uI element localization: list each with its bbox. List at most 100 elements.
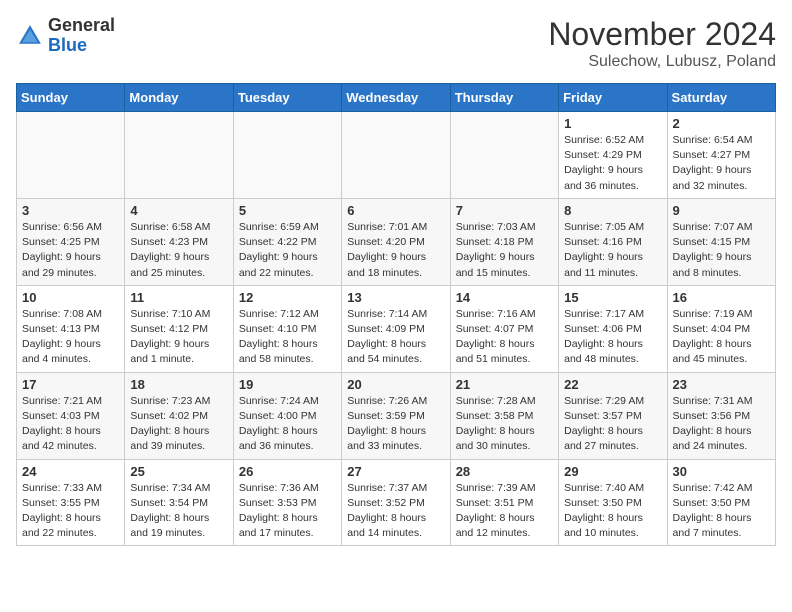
day-info: Sunrise: 7:40 AM Sunset: 3:50 PM Dayligh…: [564, 481, 661, 542]
day-info: Sunrise: 7:39 AM Sunset: 3:51 PM Dayligh…: [456, 481, 553, 542]
page-header: General Blue November 2024 Sulechow, Lub…: [16, 16, 776, 71]
calendar-header-row: SundayMondayTuesdayWednesdayThursdayFrid…: [17, 84, 776, 112]
day-number: 13: [347, 290, 444, 305]
day-info: Sunrise: 7:42 AM Sunset: 3:50 PM Dayligh…: [673, 481, 770, 542]
day-info: Sunrise: 7:05 AM Sunset: 4:16 PM Dayligh…: [564, 220, 661, 281]
day-info: Sunrise: 7:36 AM Sunset: 3:53 PM Dayligh…: [239, 481, 336, 542]
calendar-week-2: 3 Sunrise: 6:56 AM Sunset: 4:25 PM Daylig…: [17, 198, 776, 285]
day-info: Sunrise: 6:52 AM Sunset: 4:29 PM Dayligh…: [564, 133, 661, 194]
day-number: 3: [22, 203, 119, 218]
calendar-cell: 10 Sunrise: 7:08 AM Sunset: 4:13 PM Dayli…: [17, 285, 125, 372]
day-info: Sunrise: 7:21 AM Sunset: 4:03 PM Dayligh…: [22, 394, 119, 455]
logo: General Blue: [16, 16, 115, 56]
day-number: 12: [239, 290, 336, 305]
day-number: 16: [673, 290, 770, 305]
location-subtitle: Sulechow, Lubusz, Poland: [548, 53, 776, 71]
calendar-cell: 28 Sunrise: 7:39 AM Sunset: 3:51 PM Dayli…: [450, 459, 558, 546]
day-number: 6: [347, 203, 444, 218]
day-info: Sunrise: 7:24 AM Sunset: 4:00 PM Dayligh…: [239, 394, 336, 455]
day-number: 27: [347, 464, 444, 479]
day-number: 21: [456, 377, 553, 392]
calendar-cell: 2 Sunrise: 6:54 AM Sunset: 4:27 PM Daylig…: [667, 112, 775, 199]
day-info: Sunrise: 7:17 AM Sunset: 4:06 PM Dayligh…: [564, 307, 661, 368]
calendar-cell: 21Sunrise: 7:28 AM Sunset: 3:58 PM Dayli…: [450, 372, 558, 459]
calendar-cell: 9 Sunrise: 7:07 AM Sunset: 4:15 PM Daylig…: [667, 198, 775, 285]
day-number: 28: [456, 464, 553, 479]
calendar-week-3: 10 Sunrise: 7:08 AM Sunset: 4:13 PM Dayli…: [17, 285, 776, 372]
day-info: Sunrise: 7:08 AM Sunset: 4:13 PM Dayligh…: [22, 307, 119, 368]
day-info: Sunrise: 6:54 AM Sunset: 4:27 PM Dayligh…: [673, 133, 770, 194]
day-number: 11: [130, 290, 227, 305]
calendar-cell: 29Sunrise: 7:40 AM Sunset: 3:50 PM Dayli…: [559, 459, 667, 546]
calendar-cell: 19 Sunrise: 7:24 AM Sunset: 4:00 PM Dayli…: [233, 372, 341, 459]
day-info: Sunrise: 7:29 AM Sunset: 3:57 PM Dayligh…: [564, 394, 661, 455]
calendar-cell: 5 Sunrise: 6:59 AM Sunset: 4:22 PM Daylig…: [233, 198, 341, 285]
logo-text: General Blue: [48, 16, 115, 56]
day-info: Sunrise: 6:58 AM Sunset: 4:23 PM Dayligh…: [130, 220, 227, 281]
day-number: 24: [22, 464, 119, 479]
day-header-monday: Monday: [125, 84, 233, 112]
day-info: Sunrise: 7:12 AM Sunset: 4:10 PM Dayligh…: [239, 307, 336, 368]
day-info: Sunrise: 7:26 AM Sunset: 3:59 PM Dayligh…: [347, 394, 444, 455]
calendar-cell: 26 Sunrise: 7:36 AM Sunset: 3:53 PM Dayli…: [233, 459, 341, 546]
calendar-cell: 30 Sunrise: 7:42 AM Sunset: 3:50 PM Dayli…: [667, 459, 775, 546]
day-header-thursday: Thursday: [450, 84, 558, 112]
calendar-cell: 20Sunrise: 7:26 AM Sunset: 3:59 PM Dayli…: [342, 372, 450, 459]
calendar-cell: 13 Sunrise: 7:14 AM Sunset: 4:09 PM Dayli…: [342, 285, 450, 372]
day-info: Sunrise: 7:07 AM Sunset: 4:15 PM Dayligh…: [673, 220, 770, 281]
day-number: 7: [456, 203, 553, 218]
calendar-cell: 8 Sunrise: 7:05 AM Sunset: 4:16 PM Daylig…: [559, 198, 667, 285]
day-number: 26: [239, 464, 336, 479]
day-number: 5: [239, 203, 336, 218]
calendar-week-5: 24 Sunrise: 7:33 AM Sunset: 3:55 PM Dayli…: [17, 459, 776, 546]
calendar-week-4: 17 Sunrise: 7:21 AM Sunset: 4:03 PM Dayli…: [17, 372, 776, 459]
calendar-cell: 24 Sunrise: 7:33 AM Sunset: 3:55 PM Dayli…: [17, 459, 125, 546]
day-info: Sunrise: 6:59 AM Sunset: 4:22 PM Dayligh…: [239, 220, 336, 281]
title-block: November 2024 Sulechow, Lubusz, Poland: [548, 16, 776, 71]
calendar-cell: 14Sunrise: 7:16 AM Sunset: 4:07 PM Dayli…: [450, 285, 558, 372]
day-number: 2: [673, 116, 770, 131]
day-number: 8: [564, 203, 661, 218]
day-number: 10: [22, 290, 119, 305]
month-title: November 2024: [548, 16, 776, 53]
day-info: Sunrise: 7:10 AM Sunset: 4:12 PM Dayligh…: [130, 307, 227, 368]
calendar-cell: [125, 112, 233, 199]
day-header-friday: Friday: [559, 84, 667, 112]
calendar-cell: 25Sunrise: 7:34 AM Sunset: 3:54 PM Dayli…: [125, 459, 233, 546]
calendar-cell: 4 Sunrise: 6:58 AM Sunset: 4:23 PM Daylig…: [125, 198, 233, 285]
day-info: Sunrise: 7:37 AM Sunset: 3:52 PM Dayligh…: [347, 481, 444, 542]
logo-general: General: [48, 15, 115, 35]
day-number: 1: [564, 116, 661, 131]
calendar-cell: 27 Sunrise: 7:37 AM Sunset: 3:52 PM Dayli…: [342, 459, 450, 546]
calendar-cell: 1 Sunrise: 6:52 AM Sunset: 4:29 PM Daylig…: [559, 112, 667, 199]
calendar-cell: 23Sunrise: 7:31 AM Sunset: 3:56 PM Dayli…: [667, 372, 775, 459]
day-header-sunday: Sunday: [17, 84, 125, 112]
day-info: Sunrise: 7:31 AM Sunset: 3:56 PM Dayligh…: [673, 394, 770, 455]
calendar-cell: 18Sunrise: 7:23 AM Sunset: 4:02 PM Dayli…: [125, 372, 233, 459]
day-number: 19: [239, 377, 336, 392]
day-info: Sunrise: 7:14 AM Sunset: 4:09 PM Dayligh…: [347, 307, 444, 368]
calendar-cell: 11 Sunrise: 7:10 AM Sunset: 4:12 PM Dayli…: [125, 285, 233, 372]
day-info: Sunrise: 6:56 AM Sunset: 4:25 PM Dayligh…: [22, 220, 119, 281]
day-header-wednesday: Wednesday: [342, 84, 450, 112]
day-number: 22: [564, 377, 661, 392]
calendar-cell: 6 Sunrise: 7:01 AM Sunset: 4:20 PM Daylig…: [342, 198, 450, 285]
calendar-cell: [233, 112, 341, 199]
day-header-tuesday: Tuesday: [233, 84, 341, 112]
calendar-cell: [450, 112, 558, 199]
calendar-cell: 22 Sunrise: 7:29 AM Sunset: 3:57 PM Dayli…: [559, 372, 667, 459]
day-number: 4: [130, 203, 227, 218]
day-info: Sunrise: 7:01 AM Sunset: 4:20 PM Dayligh…: [347, 220, 444, 281]
day-info: Sunrise: 7:33 AM Sunset: 3:55 PM Dayligh…: [22, 481, 119, 542]
day-number: 14: [456, 290, 553, 305]
day-number: 17: [22, 377, 119, 392]
calendar-cell: [17, 112, 125, 199]
day-number: 9: [673, 203, 770, 218]
calendar-cell: 16Sunrise: 7:19 AM Sunset: 4:04 PM Dayli…: [667, 285, 775, 372]
calendar-cell: 17 Sunrise: 7:21 AM Sunset: 4:03 PM Dayli…: [17, 372, 125, 459]
day-number: 30: [673, 464, 770, 479]
calendar-cell: 15Sunrise: 7:17 AM Sunset: 4:06 PM Dayli…: [559, 285, 667, 372]
day-info: Sunrise: 7:34 AM Sunset: 3:54 PM Dayligh…: [130, 481, 227, 542]
calendar-cell: 7Sunrise: 7:03 AM Sunset: 4:18 PM Daylig…: [450, 198, 558, 285]
logo-icon: [16, 22, 44, 50]
